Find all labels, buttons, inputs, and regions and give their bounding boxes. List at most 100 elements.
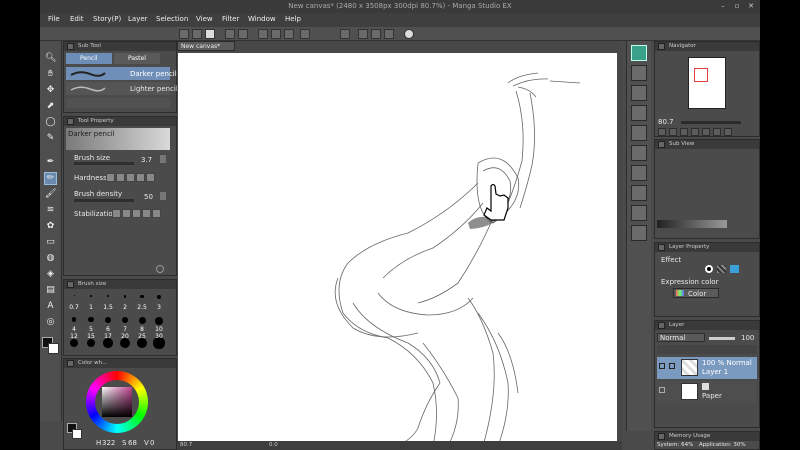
navigator-zoom-slider[interactable]: [681, 121, 741, 124]
help-icon[interactable]: [404, 29, 414, 39]
palette-toggle-icon[interactable]: [631, 185, 647, 201]
brush-size-slider[interactable]: [74, 162, 134, 165]
snap-ruler-icon[interactable]: [371, 29, 381, 39]
balloon-tool-icon[interactable]: ◎: [45, 317, 56, 328]
sub-color-swatch[interactable]: [72, 429, 82, 439]
layer-row[interactable]: 100 % Normal Layer 1: [657, 357, 757, 379]
brush-size-option[interactable]: 5: [83, 313, 99, 334]
brush-item-lighter-pencil[interactable]: Lighter pencil: [66, 82, 178, 95]
hue-ring[interactable]: [86, 371, 148, 433]
reset-rotation-icon[interactable]: [713, 128, 721, 136]
brush-size-option[interactable]: 7: [117, 313, 133, 334]
select-icon[interactable]: [258, 29, 268, 39]
hardness-step[interactable]: [106, 173, 115, 182]
snap-icon[interactable]: [300, 29, 310, 39]
menu-filter[interactable]: Filter: [222, 15, 239, 23]
layer-color-icon[interactable]: [730, 265, 739, 273]
brush-size-option[interactable]: 30: [151, 333, 167, 356]
hardness-step[interactable]: [116, 173, 125, 182]
drawing-canvas[interactable]: [178, 53, 617, 446]
brush-size-option[interactable]: 3: [151, 291, 167, 312]
hand-tool-icon[interactable]: ✋︎: [45, 69, 56, 80]
tab-new-canvas[interactable]: New canvas*: [177, 41, 235, 51]
redo-icon[interactable]: [238, 29, 248, 39]
hardness-step[interactable]: [136, 173, 145, 182]
palette-toggle-icon[interactable]: [631, 225, 647, 241]
flip-icon[interactable]: [724, 128, 732, 136]
brush-size-option[interactable]: 1: [83, 291, 99, 312]
menu-view[interactable]: View: [196, 15, 213, 23]
pen-tool-icon[interactable]: ✒: [45, 157, 56, 168]
brush-size-option[interactable]: 0.7: [66, 291, 82, 312]
brush-item-partial[interactable]: [66, 98, 170, 108]
undo-icon[interactable]: [225, 29, 235, 39]
pencil-tool-icon[interactable]: ✏: [44, 172, 57, 185]
border-effect-icon[interactable]: [705, 265, 713, 273]
fill-icon[interactable]: [284, 29, 294, 39]
palette-toggle-icon[interactable]: [631, 65, 647, 81]
sub-view-toolbar[interactable]: [657, 220, 727, 228]
brush-size-option[interactable]: 4: [66, 313, 82, 334]
new-icon[interactable]: [179, 29, 189, 39]
eye-icon[interactable]: [659, 387, 665, 393]
hardness-step[interactable]: [146, 173, 155, 182]
stabilization-step[interactable]: [132, 209, 141, 218]
hardness-step[interactable]: [126, 173, 135, 182]
palette-toggle-icon[interactable]: [631, 205, 647, 221]
brush-size-option[interactable]: 15: [83, 333, 99, 356]
lock-icon[interactable]: [669, 363, 675, 369]
palette-toggle-icon[interactable]: [631, 165, 647, 181]
blend-tool-icon[interactable]: ◍: [45, 253, 56, 264]
zoom-in-icon[interactable]: [669, 128, 677, 136]
brush-size-option[interactable]: 8: [134, 313, 150, 334]
stabilization-step[interactable]: [142, 209, 151, 218]
palette-toggle-icon[interactable]: [631, 125, 647, 141]
close-icon[interactable]: ✕: [744, 1, 758, 11]
fill-tool-icon[interactable]: ◈: [45, 269, 56, 280]
airbrush-tool-icon[interactable]: ≋: [45, 205, 56, 216]
menu-layer[interactable]: Layer: [128, 15, 148, 23]
object-tool-icon[interactable]: ⬈: [45, 101, 56, 112]
brush-size-option[interactable]: 17: [100, 333, 116, 356]
move-tool-icon[interactable]: ✥: [45, 85, 56, 96]
eye-icon[interactable]: [659, 363, 665, 369]
menu-story[interactable]: Story(P): [93, 15, 121, 23]
tab-pastel[interactable]: Pastel: [114, 53, 160, 64]
brush-item-darker-pencil[interactable]: Darker pencil: [66, 67, 177, 80]
menu-help[interactable]: Help: [285, 15, 301, 23]
open-icon[interactable]: [192, 29, 202, 39]
save-icon[interactable]: [205, 29, 215, 39]
brush-size-option[interactable]: 25: [134, 333, 150, 356]
rotate-left-icon[interactable]: [691, 128, 699, 136]
brush-size-option[interactable]: 10: [151, 313, 167, 334]
tone-effect-icon[interactable]: [717, 265, 726, 273]
stabilization-step[interactable]: [152, 209, 161, 218]
stabilization-step[interactable]: [112, 209, 121, 218]
brush-density-pressure-icon[interactable]: [160, 192, 166, 200]
gradient-tool-icon[interactable]: ▤: [45, 285, 56, 296]
saturation-value-square[interactable]: [102, 387, 132, 417]
brush-size-option[interactable]: 2.5: [134, 291, 150, 312]
settings-icon[interactable]: [156, 265, 164, 273]
menu-edit[interactable]: Edit: [70, 15, 84, 23]
sub-color-swatch[interactable]: [48, 343, 59, 354]
menu-window[interactable]: Window: [248, 15, 276, 23]
zoom-out-icon[interactable]: [658, 128, 666, 136]
brush-density-slider[interactable]: [74, 199, 134, 202]
marquee-tool-icon[interactable]: ◯: [45, 117, 56, 128]
expression-color-select[interactable]: Color: [673, 288, 719, 298]
menu-selection[interactable]: Selection: [156, 15, 188, 23]
minimize-icon[interactable]: –: [716, 1, 730, 11]
layer-toolbar[interactable]: [657, 345, 757, 354]
opacity-slider[interactable]: [709, 337, 735, 340]
eraser-tool-icon[interactable]: ▭: [45, 237, 56, 248]
decoration-tool-icon[interactable]: ✿: [45, 221, 56, 232]
maximize-icon[interactable]: ▫: [730, 1, 744, 11]
brush-size-option[interactable]: 1.5: [100, 291, 116, 312]
snap-grid-icon[interactable]: [384, 29, 394, 39]
eyedropper-tool-icon[interactable]: ✎: [45, 133, 56, 144]
brush-size-option[interactable]: 2: [117, 291, 133, 312]
ruler-icon[interactable]: [358, 29, 368, 39]
palette-toggle-icon[interactable]: [631, 85, 647, 101]
stabilization-step[interactable]: [122, 209, 131, 218]
